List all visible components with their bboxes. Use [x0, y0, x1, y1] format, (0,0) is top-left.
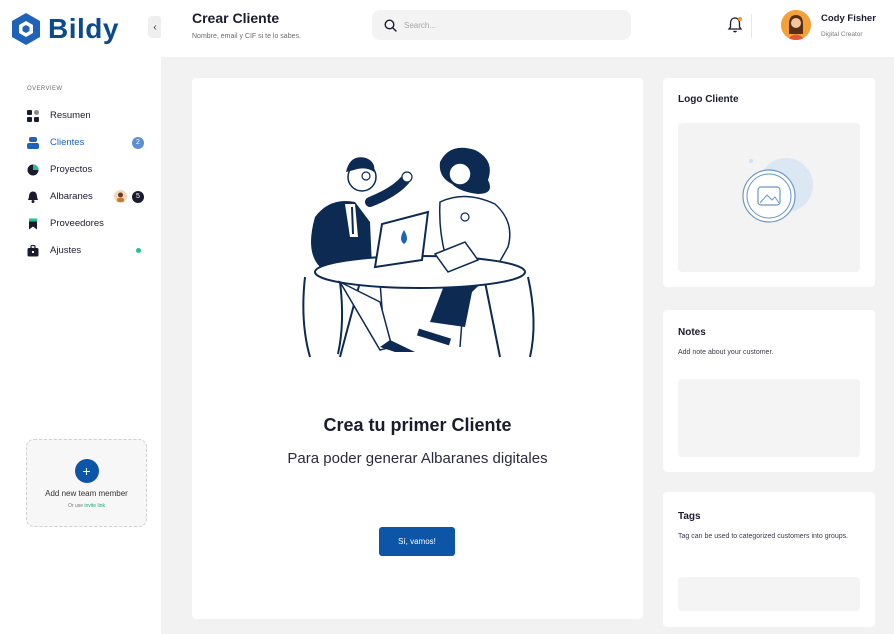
user-avatar[interactable] — [781, 10, 811, 40]
search-bar[interactable] — [372, 10, 631, 40]
notes-card: Notes Add note about your customer. — [663, 310, 875, 472]
tags-input[interactable] — [678, 577, 860, 611]
sidebar-item-label: Proyectos — [50, 164, 93, 175]
avatar — [114, 190, 127, 203]
add-team-member-card: + Add new team member Or use invite link — [26, 439, 147, 527]
search-icon — [384, 18, 397, 32]
briefcase-icon — [27, 244, 39, 257]
invite-link[interactable]: invite link — [84, 503, 105, 509]
hexagon-logo-icon — [12, 13, 40, 45]
empty-state-subtitle: Para poder generar Albaranes digitales — [287, 450, 548, 467]
header-divider — [751, 14, 752, 38]
sidebar-nav: Resumen Clientes 2 Proyectos Albaranes 5 — [27, 102, 149, 264]
tags-card: Tags Tag can be used to categorized cust… — [663, 492, 875, 627]
sidebar-item-albaranes[interactable]: Albaranes 5 — [27, 183, 149, 210]
image-upload-icon — [742, 158, 813, 223]
sidebar-item-label: Resumen — [50, 110, 91, 121]
sidebar-item-proveedores[interactable]: Proveedores — [27, 210, 149, 237]
bookmark-icon — [27, 218, 39, 230]
tags-card-description: Tag can be used to categorized customers… — [678, 533, 849, 540]
sidebar-item-label: Albaranes — [50, 191, 93, 202]
sidebar-item-proyectos[interactable]: Proyectos — [27, 156, 149, 183]
brand-name: Bildy — [48, 13, 119, 44]
sidebar-item-resumen[interactable]: Resumen — [27, 102, 149, 129]
start-create-client-button[interactable]: Sí, vamos! — [379, 527, 455, 556]
notes-textarea[interactable] — [678, 379, 860, 457]
collapse-sidebar-button[interactable]: ‹ — [148, 16, 162, 38]
tags-card-title: Tags — [678, 511, 701, 522]
notifications-button[interactable] — [727, 16, 743, 34]
sidebar-item-label: Proveedores — [50, 218, 104, 229]
notes-card-description: Add note about your customer. — [678, 349, 774, 356]
add-team-member-button[interactable]: + — [74, 459, 99, 483]
page-subtitle: Nombre, email y CIF si te lo sabes. — [192, 33, 301, 40]
brand-logo[interactable]: Bildy — [10, 12, 119, 46]
team-card-sub-prefix: Or use — [68, 503, 84, 509]
user-name[interactable]: Cody Fisher — [821, 13, 876, 24]
bell-icon — [27, 191, 39, 203]
notification-dot — [738, 17, 742, 21]
notes-card-title: Notes — [678, 327, 706, 338]
logo-card-title: Logo Cliente — [678, 94, 739, 105]
sidebar-item-label: Clientes — [50, 137, 85, 148]
sidebar-item-ajustes[interactable]: Ajustes — [27, 237, 149, 264]
grid-icon — [27, 109, 39, 122]
sidebar-item-label: Ajustes — [50, 245, 82, 256]
count-badge: 2 — [132, 136, 144, 149]
user-role: Digital Creator — [821, 31, 863, 38]
status-dot — [136, 248, 141, 253]
sidebar: Bildy ‹ OVERVIEW Resumen Clientes 2 Proy… — [0, 0, 162, 634]
users-icon — [27, 136, 39, 149]
chevron-left-icon: ‹ — [153, 21, 157, 33]
team-card-title: Add new team member — [45, 489, 128, 498]
pie-chart-icon — [27, 164, 39, 176]
team-card-subtitle: Or use invite link — [27, 503, 146, 509]
count-badge: 5 — [132, 190, 144, 203]
logo-card: Logo Cliente — [663, 78, 875, 287]
sidebar-item-clientes[interactable]: Clientes 2 — [27, 129, 149, 156]
logo-upload-area[interactable] — [678, 123, 860, 272]
top-header: Crear Cliente Nombre, email y CIF si te … — [161, 0, 894, 57]
empty-state-title: Crea tu primer Cliente — [323, 415, 512, 435]
nav-section-label: OVERVIEW — [27, 86, 63, 92]
plus-icon: + — [82, 463, 91, 479]
search-input[interactable] — [404, 20, 604, 30]
page-title: Crear Cliente — [192, 10, 280, 26]
people-at-table-illustration — [302, 147, 535, 358]
